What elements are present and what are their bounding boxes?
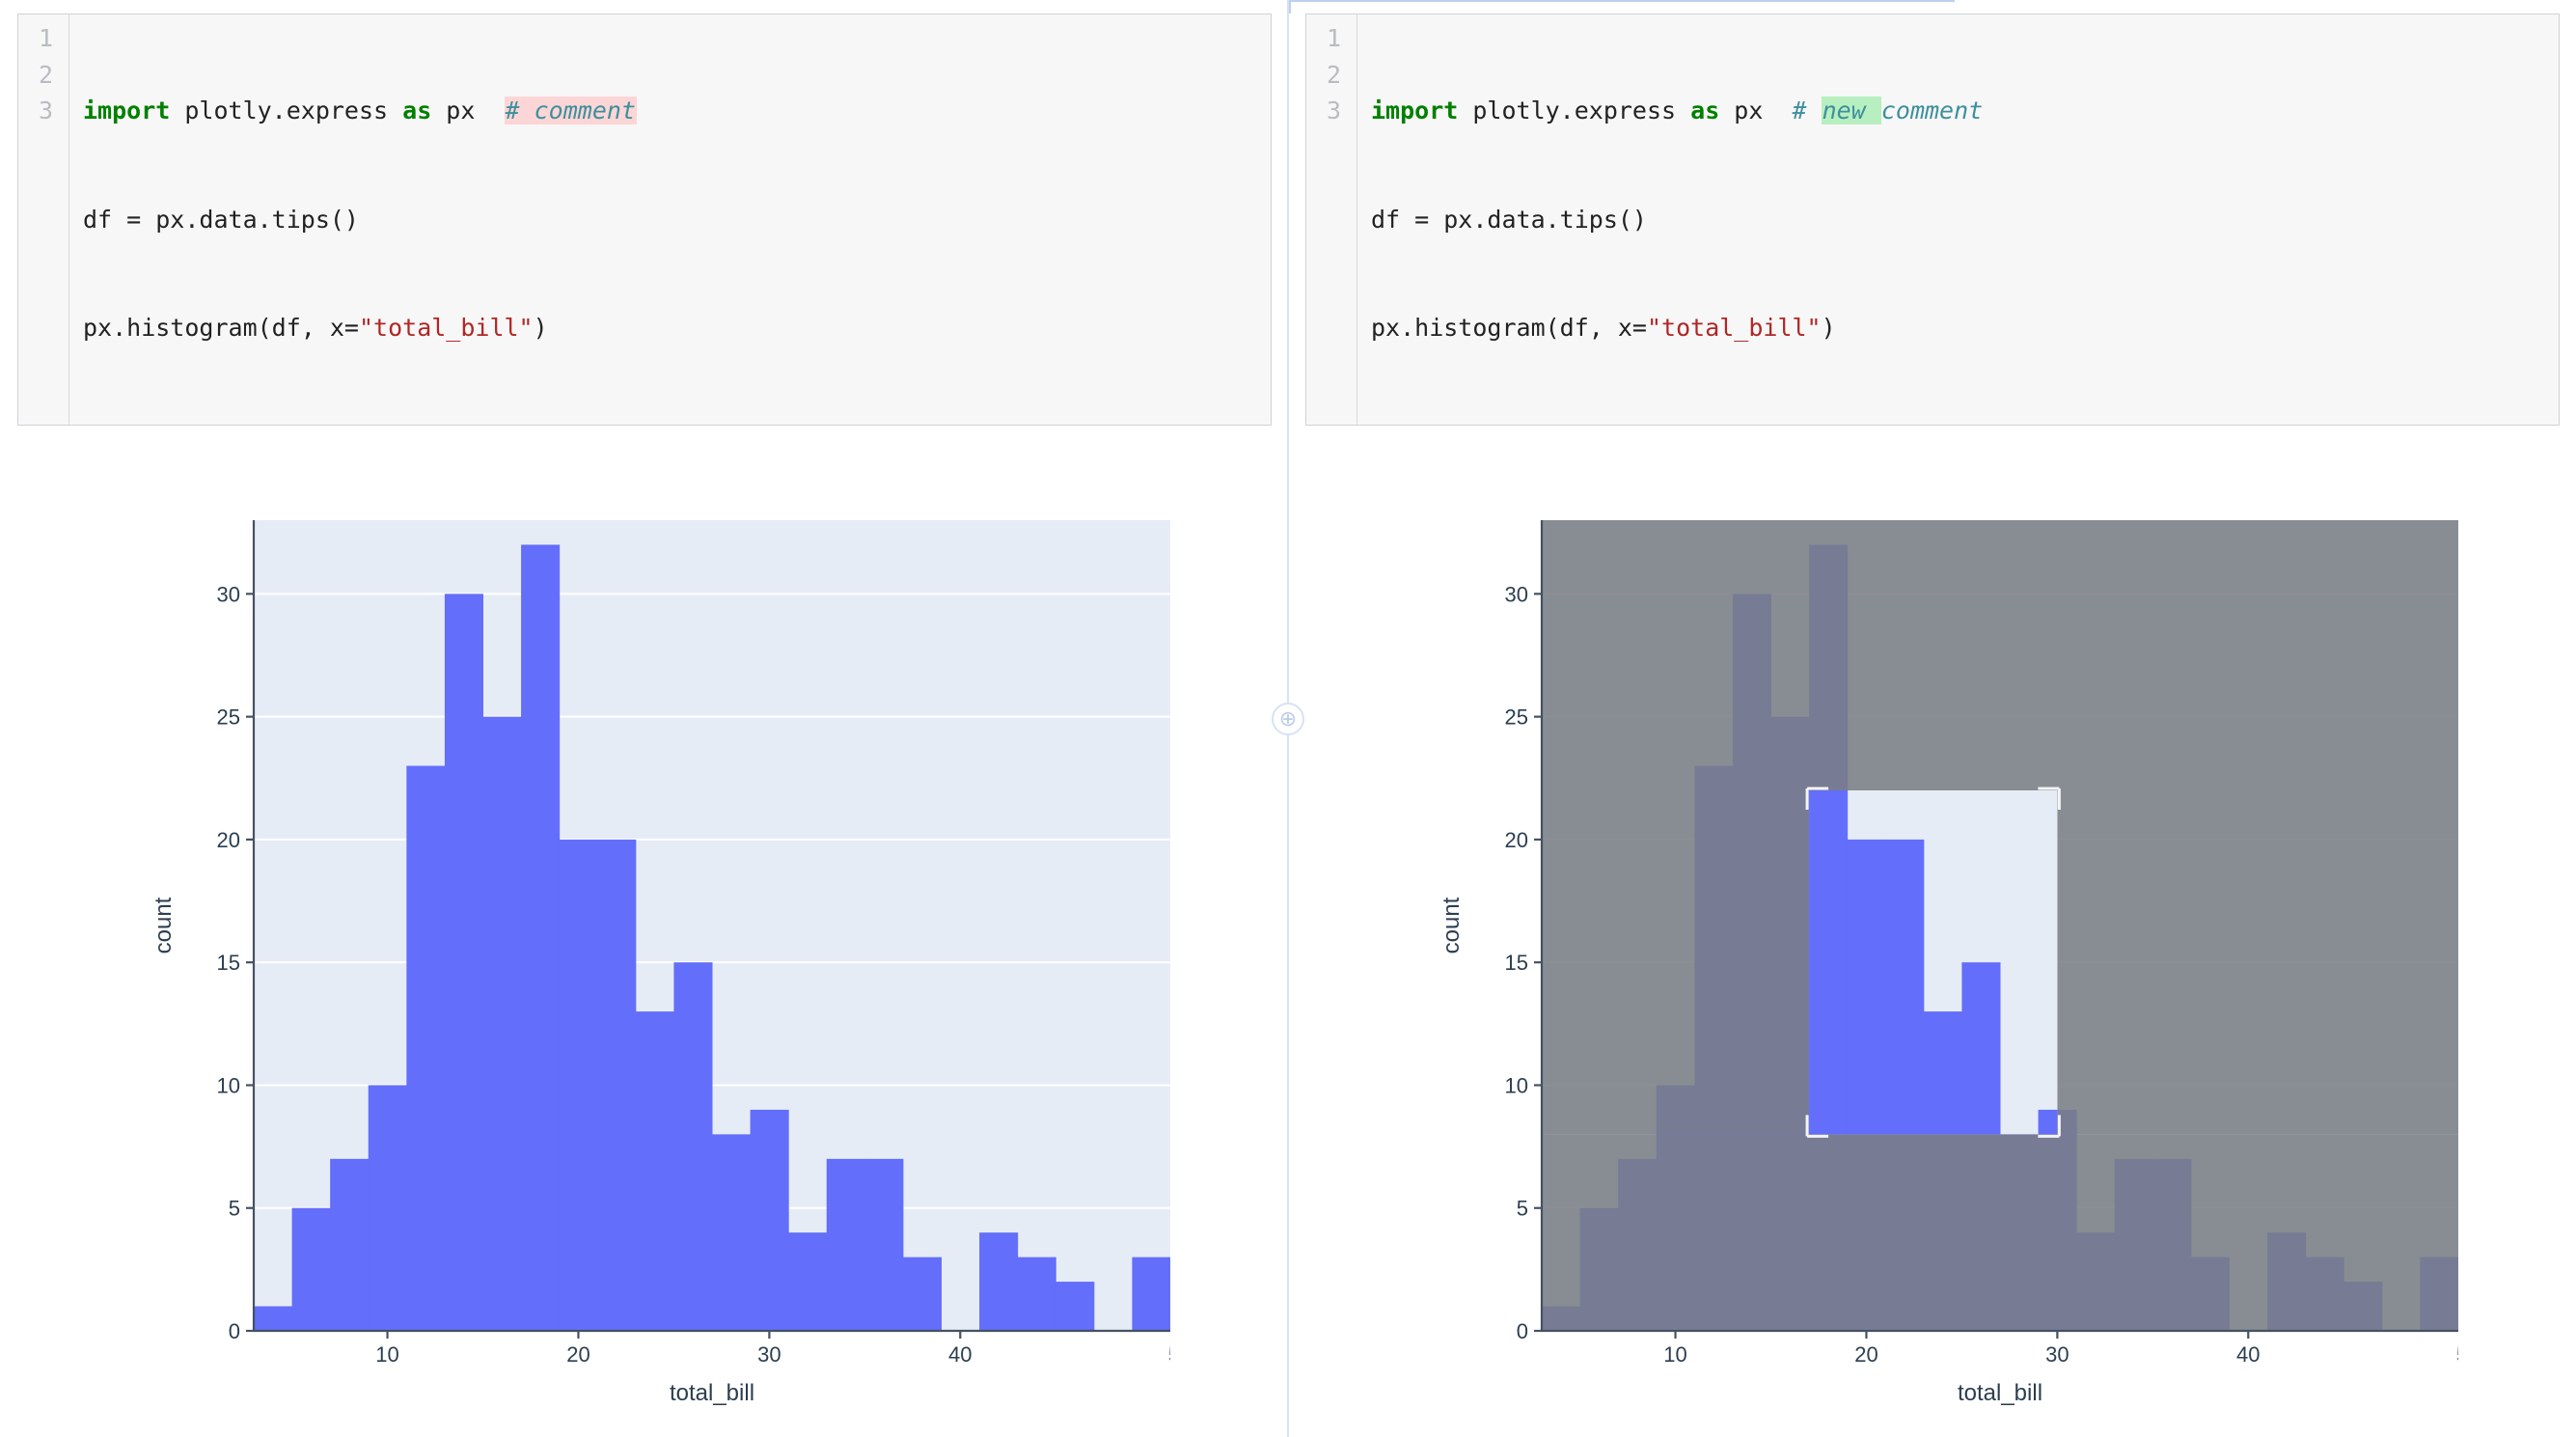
comment: comment — [1881, 97, 1983, 124]
keyword: import — [83, 97, 170, 124]
svg-text:15: 15 — [1504, 951, 1527, 975]
diff-removed-comment: # comment — [505, 97, 637, 124]
svg-text:count: count — [151, 897, 177, 953]
svg-text:25: 25 — [216, 705, 239, 730]
code-text: ) — [534, 314, 548, 342]
svg-text:5: 5 — [1516, 1197, 1527, 1221]
code-text: ) — [1822, 314, 1836, 342]
code-line: px.histogram(df, x="total_bill") — [1371, 310, 1983, 346]
svg-text:0: 0 — [1516, 1319, 1527, 1343]
string-literal: "total_bill" — [1647, 314, 1822, 342]
divider-line — [1287, 735, 1289, 1437]
expand-diff-icon[interactable]: ⊕ — [1272, 703, 1304, 735]
left-chart[interactable]: 0 5 10 15 20 25 30 10 20 30 40 5 total_bill count — [119, 511, 1170, 1418]
svg-text:5: 5 — [228, 1197, 239, 1221]
diff-bracket-indicator — [1289, 0, 1955, 14]
svg-text:40: 40 — [2236, 1342, 2260, 1367]
svg-text:5: 5 — [2456, 1342, 2458, 1367]
line-number: 3 — [36, 93, 53, 129]
svg-text:30: 30 — [757, 1342, 781, 1367]
code-lines: import plotly.express as px # comment df… — [69, 14, 650, 425]
left-pane: 1 2 3 import plotly.express as px # comm… — [0, 0, 1288, 1437]
svg-text:10: 10 — [375, 1342, 398, 1367]
svg-text:20: 20 — [566, 1342, 589, 1367]
svg-text:30: 30 — [2045, 1342, 2069, 1367]
svg-text:15: 15 — [216, 951, 239, 975]
comment: # — [1793, 97, 1822, 124]
code-lines: import plotly.express as px # new commen… — [1357, 14, 1996, 425]
code-text: df = px.data.tips() — [83, 206, 359, 234]
keyword: import — [1371, 97, 1458, 124]
pane-divider[interactable]: ⊕ — [1272, 0, 1304, 1437]
code-text: px — [1719, 97, 1792, 124]
code-text: px.histogram(df, x= — [1371, 314, 1647, 342]
line-number: 3 — [1324, 93, 1341, 129]
svg-text:20: 20 — [216, 828, 239, 852]
line-number-gutter: 1 2 3 — [18, 14, 69, 425]
svg-text:10: 10 — [1663, 1342, 1686, 1367]
svg-text:20: 20 — [1504, 828, 1527, 852]
code-line: import plotly.express as px # comment — [83, 93, 637, 129]
right-code-block[interactable]: 1 2 3 import plotly.express as px # new … — [1305, 14, 2560, 426]
string-literal: "total_bill" — [359, 314, 534, 342]
keyword: as — [402, 97, 431, 124]
divider-line — [1287, 0, 1289, 703]
keyword: as — [1690, 97, 1719, 124]
line-number: 2 — [36, 57, 53, 94]
left-code-block[interactable]: 1 2 3 import plotly.express as px # comm… — [17, 14, 1272, 426]
svg-text:40: 40 — [948, 1342, 972, 1367]
code-line: df = px.data.tips() — [1371, 202, 1983, 238]
svg-text:total_bill: total_bill — [669, 1380, 754, 1406]
svg-text:total_bill: total_bill — [1957, 1380, 2042, 1406]
diff-view-root: 1 2 3 import plotly.express as px # comm… — [0, 0, 2576, 1437]
svg-text:0: 0 — [228, 1319, 239, 1343]
code-text: plotly.express — [170, 97, 402, 124]
right-pane: 1 2 3 import plotly.express as px # new … — [1288, 0, 2576, 1437]
diff-added-comment: new — [1822, 97, 1881, 124]
code-text: df = px.data.tips() — [1371, 206, 1647, 234]
code-text: px — [431, 97, 504, 124]
code-line: px.histogram(df, x="total_bill") — [83, 310, 637, 346]
line-number-gutter: 1 2 3 — [1306, 14, 1357, 425]
line-number: 1 — [1324, 20, 1341, 57]
right-chart[interactable]: 0 5 10 15 20 25 30 10 20 30 40 5 total_bill count — [1407, 511, 2458, 1418]
svg-text:10: 10 — [1504, 1073, 1527, 1097]
line-number: 1 — [36, 20, 53, 57]
code-line: import plotly.express as px # new commen… — [1371, 93, 1983, 129]
code-line: df = px.data.tips() — [83, 202, 637, 238]
svg-text:20: 20 — [1854, 1342, 1877, 1367]
svg-text:25: 25 — [1504, 705, 1527, 730]
svg-text:count: count — [1439, 897, 1465, 953]
code-text: plotly.express — [1458, 97, 1690, 124]
svg-text:30: 30 — [216, 582, 239, 606]
svg-text:30: 30 — [1504, 582, 1527, 606]
line-number: 2 — [1324, 57, 1341, 94]
code-text: px.histogram(df, x= — [83, 314, 359, 342]
svg-text:10: 10 — [216, 1073, 239, 1097]
svg-text:5: 5 — [1168, 1342, 1170, 1367]
